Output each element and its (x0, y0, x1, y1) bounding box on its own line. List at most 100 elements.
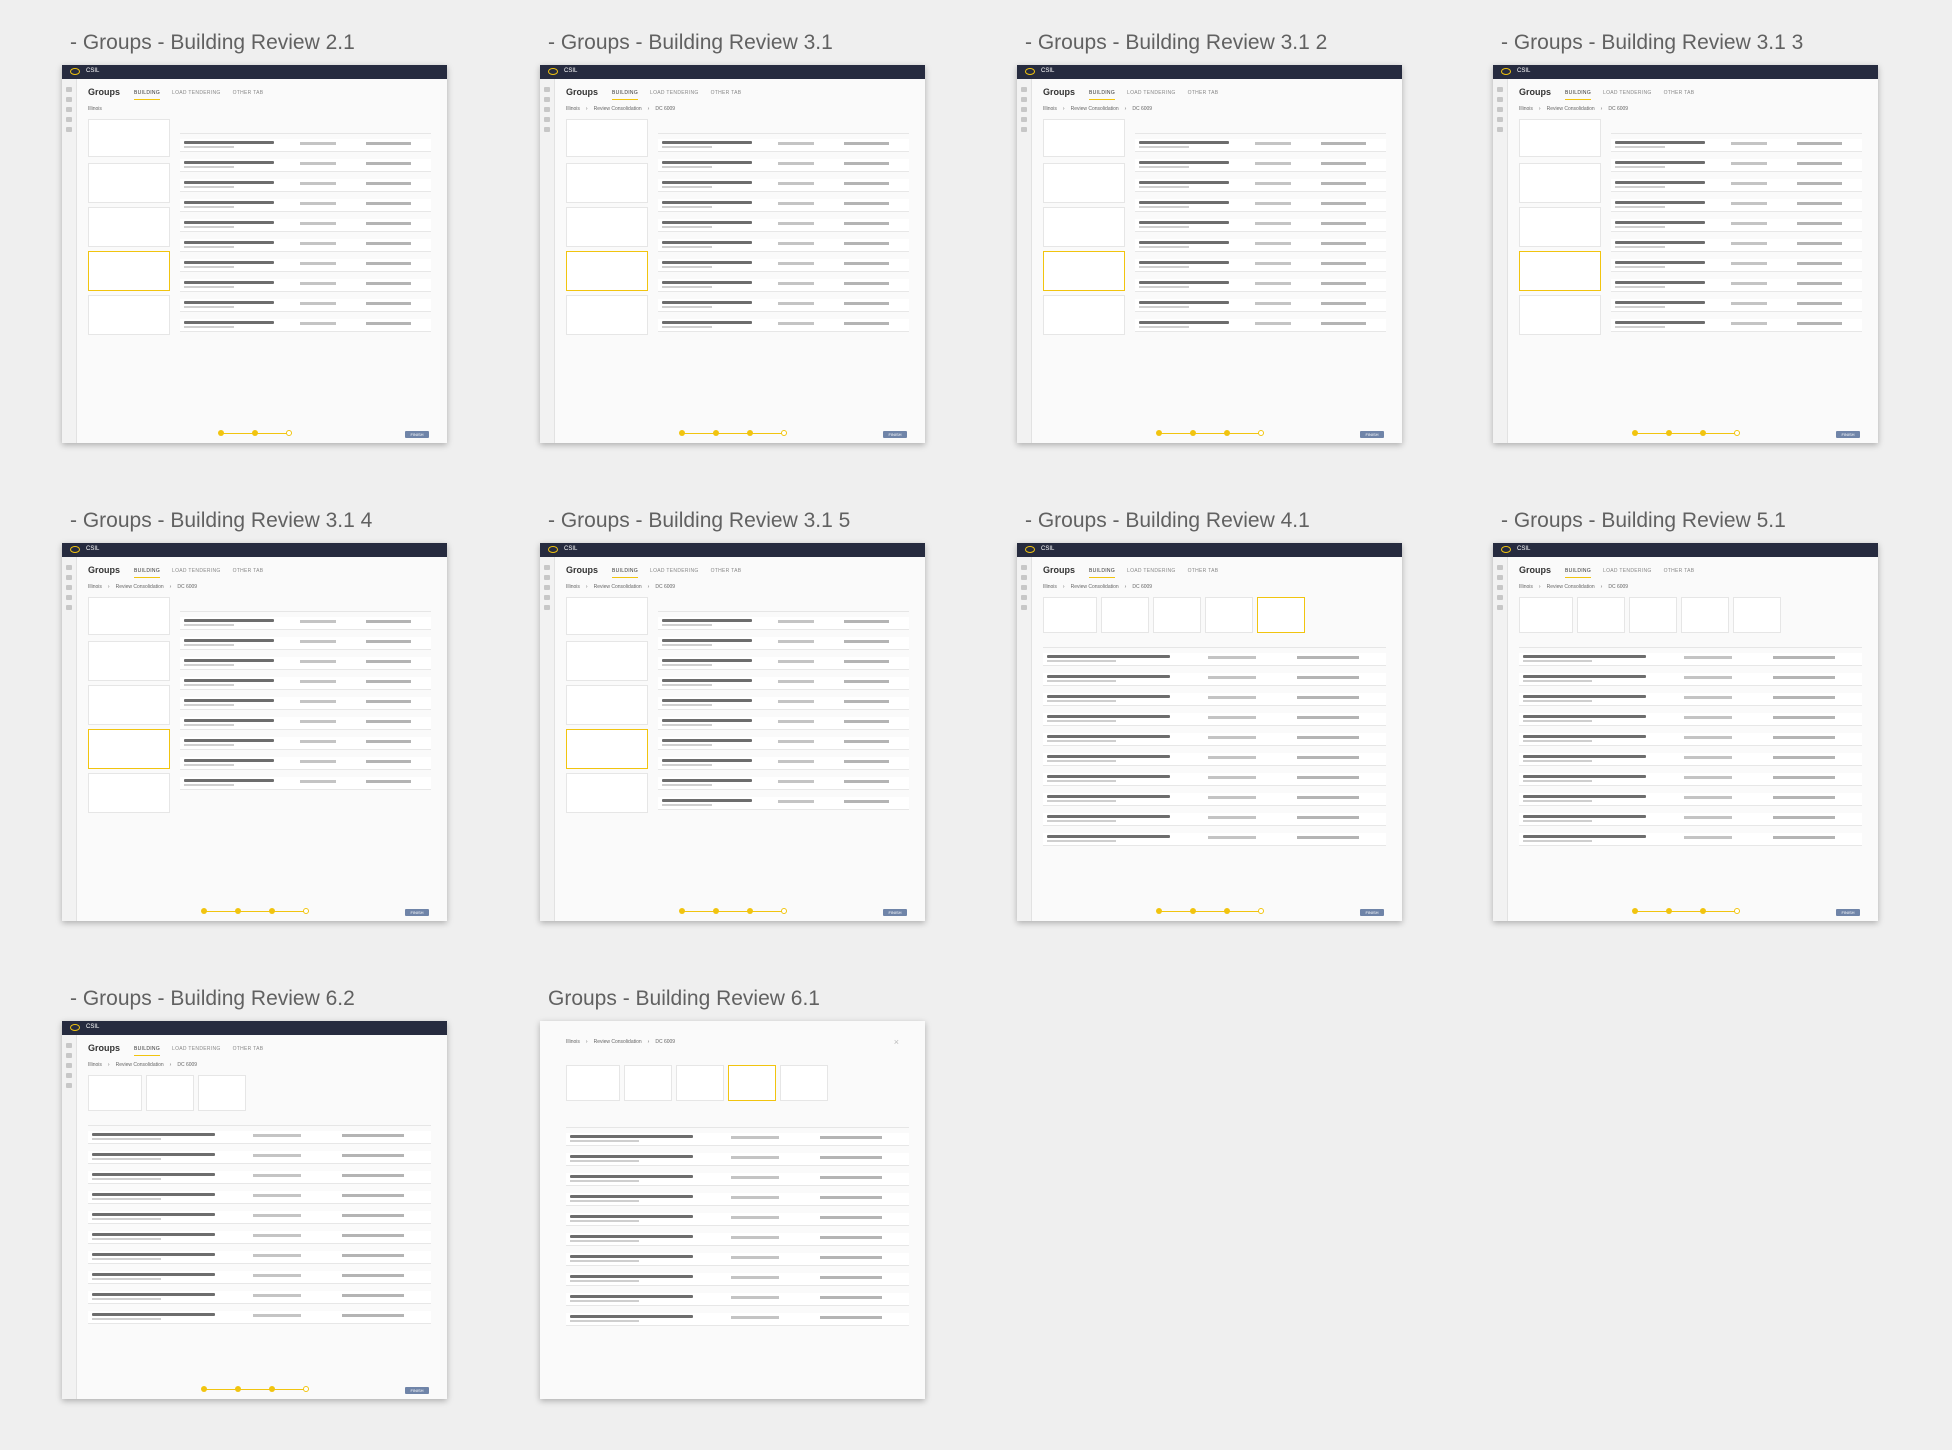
breadcrumb-item[interactable]: Illinois (566, 1039, 580, 1045)
artboard-screen[interactable]: CSIL Groups BUILDING LOAD TENDERING OTHER TA… (1493, 543, 1878, 921)
table-row[interactable] (1043, 773, 1386, 786)
tab-building[interactable]: BUILDING (134, 1046, 161, 1056)
nav-truck-icon[interactable] (1021, 127, 1027, 132)
nav-list-icon[interactable] (1497, 575, 1503, 580)
stepper-dot[interactable] (268, 1385, 275, 1392)
table-row[interactable] (1519, 733, 1862, 746)
table-row[interactable] (658, 717, 909, 730)
table-row[interactable] (88, 1251, 431, 1264)
building-card[interactable] (566, 685, 648, 725)
stepper-dot[interactable] (746, 907, 753, 914)
tab-other-tab[interactable]: OTHER TAB (1664, 90, 1695, 100)
breadcrumb-item[interactable]: Review Consolidation (1547, 584, 1595, 590)
building-card[interactable] (1101, 597, 1149, 633)
breadcrumb-item[interactable]: Review Consolidation (116, 1062, 164, 1068)
stepper-dot[interactable] (251, 429, 258, 436)
table-row[interactable] (1519, 773, 1862, 786)
tab-building[interactable]: BUILDING (612, 90, 639, 100)
stepper-dot[interactable] (678, 907, 685, 914)
tab-other-tab[interactable]: OTHER TAB (1188, 90, 1219, 100)
nav-cart-icon[interactable] (66, 595, 72, 600)
breadcrumb-item[interactable]: DC 6009 (177, 1062, 197, 1068)
table-row[interactable] (1519, 813, 1862, 826)
artboard-screen[interactable]: CSIL Groups BUILDING LOAD TENDERING OTHER TA… (1493, 65, 1878, 443)
tab-load-tendering[interactable]: LOAD TENDERING (650, 90, 699, 100)
table-row[interactable] (1611, 279, 1862, 292)
building-card[interactable] (566, 207, 648, 247)
table-row[interactable] (658, 637, 909, 650)
tab-other-tab[interactable]: OTHER TAB (1664, 568, 1695, 578)
breadcrumb-item[interactable]: Review Consolidation (1071, 584, 1119, 590)
table-row[interactable] (88, 1191, 431, 1204)
tab-load-tendering[interactable]: LOAD TENDERING (1603, 568, 1652, 578)
nav-cart-icon[interactable] (544, 595, 550, 600)
breadcrumb-item[interactable]: DC 6009 (1132, 106, 1152, 112)
tab-building[interactable]: BUILDING (1089, 90, 1116, 100)
table-row[interactable] (180, 617, 431, 630)
table-row[interactable] (566, 1193, 909, 1206)
table-row[interactable] (566, 1133, 909, 1146)
table-row[interactable] (566, 1293, 909, 1306)
table-row[interactable] (180, 319, 431, 332)
dc-summary-card[interactable] (88, 1075, 142, 1111)
breadcrumb-item[interactable]: Illinois (1043, 584, 1057, 590)
table-row[interactable] (1135, 239, 1386, 252)
table-row[interactable] (1043, 793, 1386, 806)
nav-grid-icon[interactable] (66, 585, 72, 590)
table-row[interactable] (180, 139, 431, 152)
building-card[interactable] (88, 295, 170, 335)
artboard-screen[interactable]: CSIL Groups BUILDING LOAD TENDERING OTHER TA… (540, 543, 925, 921)
finish-button[interactable]: FINISH (1836, 431, 1860, 438)
table-row[interactable] (180, 259, 431, 272)
table-row[interactable] (658, 757, 909, 770)
table-row[interactable] (658, 657, 909, 670)
nav-list-icon[interactable] (1497, 97, 1503, 102)
table-row[interactable] (88, 1211, 431, 1224)
table-row[interactable] (88, 1291, 431, 1304)
building-card[interactable] (1519, 163, 1601, 203)
tab-load-tendering[interactable]: LOAD TENDERING (172, 1046, 221, 1056)
building-card[interactable] (88, 729, 170, 769)
table-row[interactable] (88, 1271, 431, 1284)
stepper-dot[interactable] (780, 907, 787, 914)
table-row[interactable] (566, 1273, 909, 1286)
nav-truck-icon[interactable] (544, 127, 550, 132)
nav-truck-icon[interactable] (544, 605, 550, 610)
table-row[interactable] (1043, 673, 1386, 686)
nav-grid-icon[interactable] (1497, 585, 1503, 590)
building-card[interactable] (566, 163, 648, 203)
building-card[interactable] (566, 251, 648, 291)
nav-list-icon[interactable] (66, 97, 72, 102)
dc-summary-card[interactable] (88, 597, 170, 635)
table-row[interactable] (1043, 693, 1386, 706)
close-icon[interactable]: × (894, 1037, 899, 1047)
table-row[interactable] (1135, 299, 1386, 312)
table-row[interactable] (658, 737, 909, 750)
table-row[interactable] (658, 697, 909, 710)
building-card[interactable] (566, 729, 648, 769)
building-card[interactable] (88, 207, 170, 247)
artboard-screen[interactable]: CSIL Groups BUILDING LOAD TENDERING OTHER TA… (1017, 543, 1402, 921)
tab-load-tendering[interactable]: LOAD TENDERING (1127, 90, 1176, 100)
breadcrumb-item[interactable]: Illinois (88, 1062, 102, 1068)
table-row[interactable] (658, 239, 909, 252)
building-card[interactable] (676, 1065, 724, 1101)
stepper-dot[interactable] (234, 907, 241, 914)
table-row[interactable] (1519, 653, 1862, 666)
table-row[interactable] (88, 1171, 431, 1184)
table-row[interactable] (1043, 713, 1386, 726)
stepper-dot[interactable] (1155, 907, 1162, 914)
nav-home-icon[interactable] (1497, 565, 1503, 570)
tab-other-tab[interactable]: OTHER TAB (233, 568, 264, 578)
nav-list-icon[interactable] (544, 97, 550, 102)
breadcrumb-item[interactable]: Review Consolidation (116, 584, 164, 590)
building-card[interactable] (1733, 597, 1781, 633)
table-row[interactable] (566, 1213, 909, 1226)
breadcrumb-item[interactable]: Illinois (1043, 106, 1057, 112)
building-card[interactable] (88, 773, 170, 813)
building-card[interactable] (1629, 597, 1677, 633)
tab-building[interactable]: BUILDING (134, 90, 161, 100)
table-row[interactable] (658, 139, 909, 152)
dc-summary-card[interactable] (1043, 119, 1125, 157)
stepper-dot[interactable] (200, 1385, 207, 1392)
